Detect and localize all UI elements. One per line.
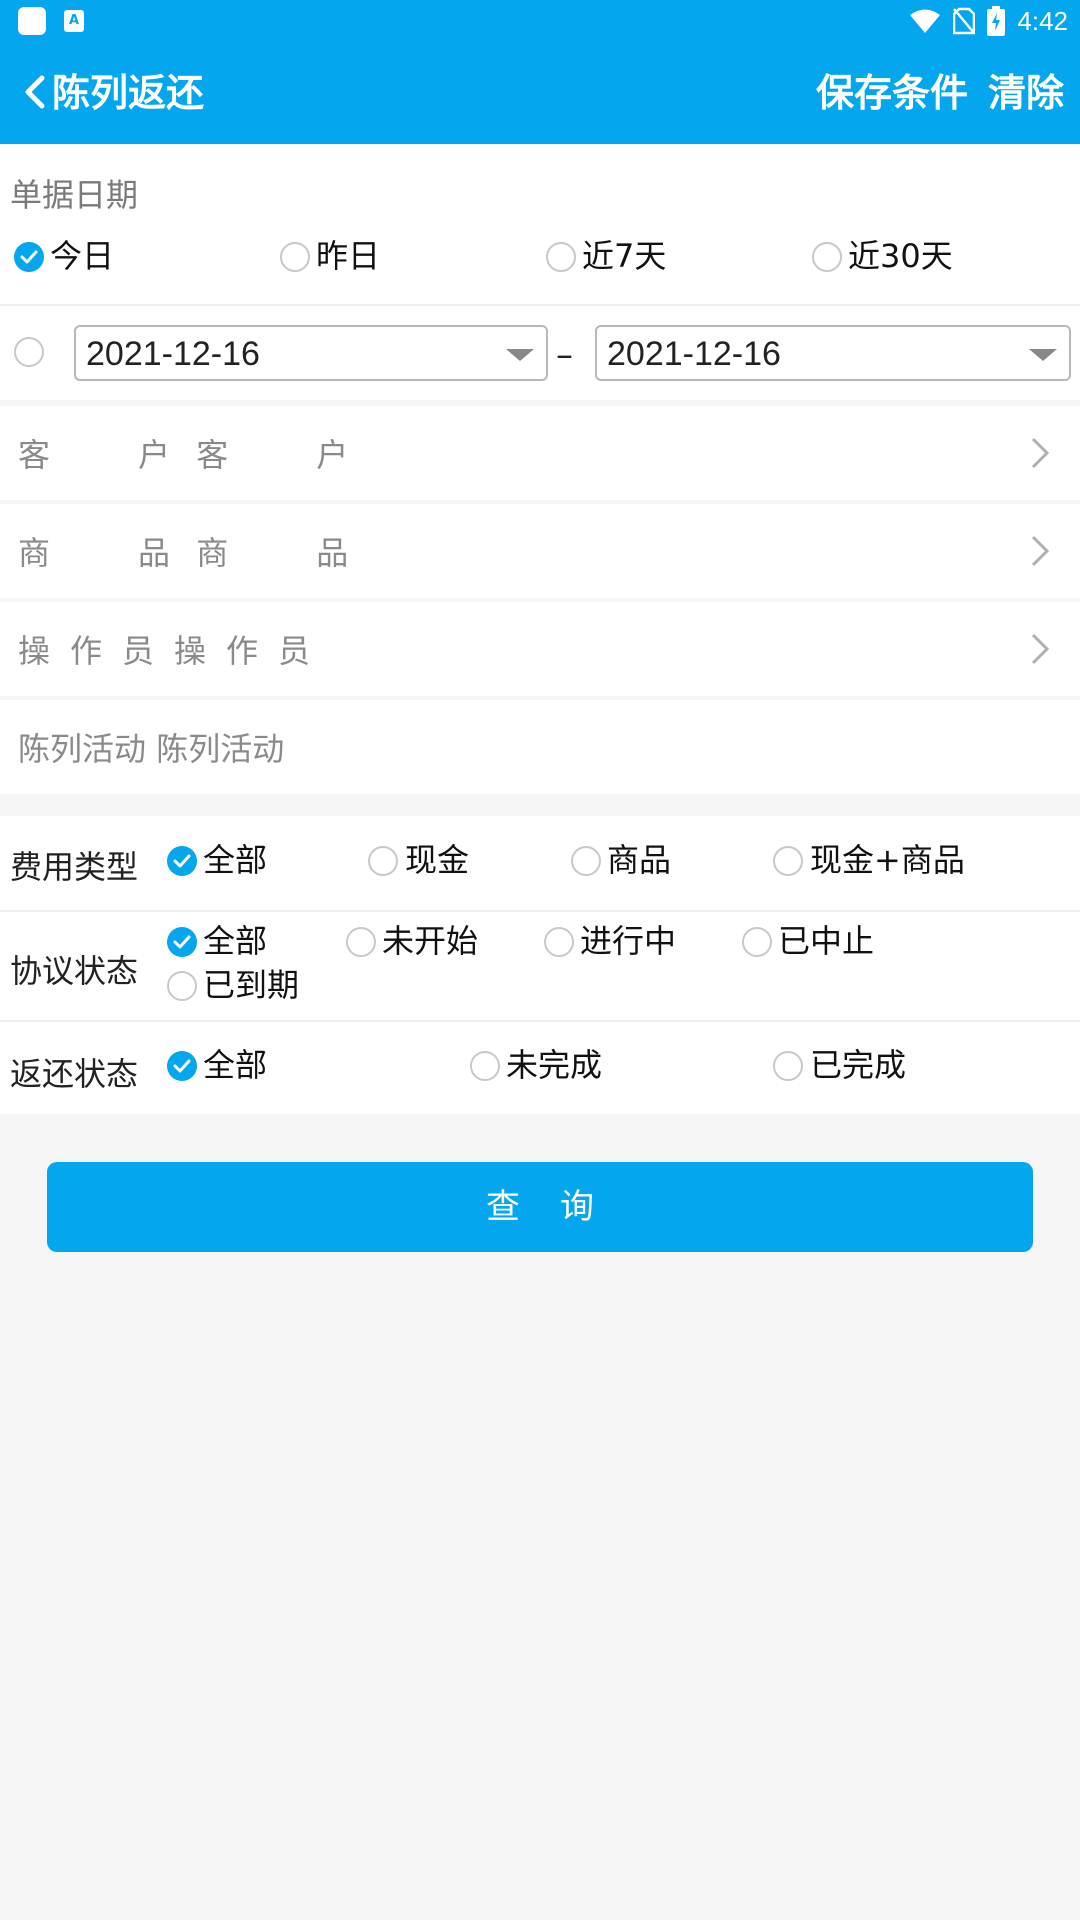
date-option-label: 近30天: [848, 237, 953, 275]
fee-type-label: 费用类型: [10, 848, 139, 886]
query-button[interactable]: 查询: [47, 1162, 1033, 1252]
radio-unchecked-icon[interactable]: [368, 846, 398, 876]
radio-unchecked-icon[interactable]: [742, 927, 772, 957]
option-label: 已完成: [810, 1046, 907, 1084]
save-conditions-button[interactable]: 保存条件: [816, 66, 968, 120]
date-section: 单据日期 今日 昨日 近7天 近30天 2021-12-16 – 2021-12…: [0, 144, 1080, 400]
range-separator: –: [556, 335, 573, 375]
option-label: 已到期: [203, 966, 300, 1004]
start-date-value: 2021-12-16: [86, 335, 260, 373]
end-date-value: 2021-12-16: [607, 335, 781, 373]
chevron-right-icon: [1031, 535, 1050, 567]
radio-unchecked-icon[interactable]: [470, 1051, 500, 1081]
radio-unchecked-icon[interactable]: [544, 927, 574, 957]
dropdown-arrow-icon: [1029, 349, 1057, 361]
operator-picker-row[interactable]: 操作员操作员: [0, 602, 1080, 696]
dropdown-arrow-icon: [506, 349, 534, 361]
start-date-picker[interactable]: 2021-12-16: [74, 325, 548, 381]
option-label: 未完成: [506, 1046, 603, 1084]
wifi-icon: [910, 9, 941, 33]
radio-unchecked-icon[interactable]: [773, 846, 803, 876]
chevron-right-icon: [1031, 633, 1050, 665]
radio-unchecked-icon[interactable]: [546, 242, 576, 272]
customer-picker-row[interactable]: 客 户 客 户: [0, 406, 1080, 500]
radio-unchecked-icon[interactable]: [773, 1051, 803, 1081]
radio-checked-icon[interactable]: [167, 927, 197, 957]
option-label: 未开始: [382, 922, 479, 960]
activity-label: 陈列活动 陈列活动: [18, 730, 285, 768]
end-date-picker[interactable]: 2021-12-16: [595, 325, 1071, 381]
date-option-label: 昨日: [316, 237, 381, 275]
option-label: 全部: [203, 922, 268, 960]
divider: [0, 304, 1080, 306]
radio-unchecked-icon[interactable]: [346, 927, 376, 957]
status-time: 4:42: [1017, 5, 1068, 36]
custom-range-radio[interactable]: [14, 337, 44, 367]
radio-unchecked-icon[interactable]: [571, 846, 601, 876]
status-bar: A 4:42: [0, 0, 1080, 42]
radio-unchecked-icon[interactable]: [812, 242, 842, 272]
option-label: 已中止: [778, 922, 875, 960]
divider: [0, 910, 1080, 912]
date-option-label: 今日: [50, 237, 115, 275]
return-status-label: 返还状态: [10, 1055, 139, 1093]
no-sim-icon: [953, 7, 976, 35]
activity-row[interactable]: 陈列活动 陈列活动: [0, 700, 1080, 794]
filters-section: 费用类型 全部 现金 商品 现金+商品 协议状态 全部 未开始 进行中 已中止 …: [0, 816, 1080, 1114]
divider: [0, 1020, 1080, 1022]
option-label: 现金: [405, 841, 470, 879]
page-title: 陈列返还: [52, 71, 205, 115]
radio-checked-icon[interactable]: [167, 846, 197, 876]
chevron-right-icon: [1031, 437, 1050, 469]
operator-label: 操作员操作员: [18, 632, 331, 670]
clear-button[interactable]: 清除: [988, 66, 1064, 120]
battery-charging-icon: [987, 6, 1006, 36]
option-label: 商品: [607, 841, 672, 879]
app-bar: 陈列返还 保存条件 清除: [0, 42, 1080, 144]
option-label: 全部: [203, 841, 268, 879]
product-picker-row[interactable]: 商 品 商 品: [0, 504, 1080, 598]
option-label: 进行中: [580, 922, 677, 960]
product-label: 商 品 商 品: [18, 534, 357, 572]
status-icons: 4:42: [909, 4, 1068, 38]
agreement-status-label: 协议状态: [10, 952, 139, 990]
radio-checked-icon[interactable]: [167, 1051, 197, 1081]
app-notification-icon: A: [64, 10, 84, 32]
radio-checked-icon[interactable]: [14, 242, 44, 272]
option-label: 现金+商品: [810, 841, 965, 879]
radio-unchecked-icon[interactable]: [280, 242, 310, 272]
option-label: 全部: [203, 1046, 268, 1084]
date-option-label: 近7天: [582, 237, 667, 275]
notification-icon: [18, 7, 46, 35]
activity-input[interactable]: 陈列活动: [156, 730, 284, 768]
date-section-label: 单据日期: [10, 176, 139, 214]
back-arrow-icon[interactable]: [20, 72, 50, 112]
radio-unchecked-icon[interactable]: [167, 971, 197, 1001]
customer-label: 客 户 客 户: [18, 436, 357, 474]
